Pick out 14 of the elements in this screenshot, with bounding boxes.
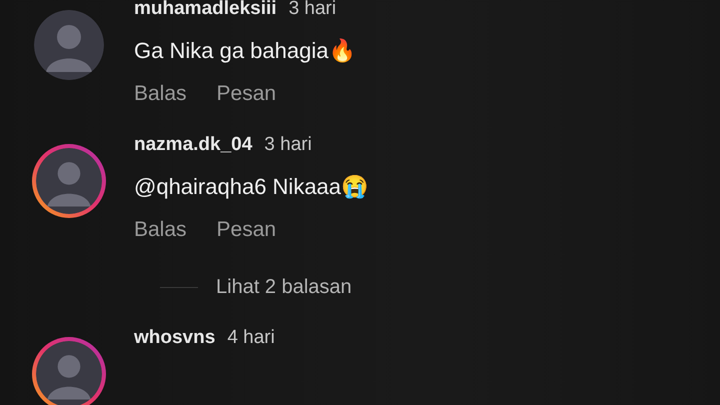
comment-action-link[interactable]: Balas <box>134 218 187 242</box>
comment-time: 4 hari <box>227 327 275 349</box>
comment-action-link[interactable]: Pesan <box>216 218 276 242</box>
comment-action-link[interactable]: Pesan <box>216 82 276 106</box>
view-replies-link[interactable]: Lihat 2 balasan <box>216 276 352 299</box>
comment-action-link[interactable]: Balas <box>134 82 187 106</box>
username[interactable]: muhamadleksiii <box>134 0 277 20</box>
comment-time: 3 hari <box>288 0 336 20</box>
username[interactable]: nazma.dk_04 <box>134 134 252 156</box>
comment-time: 3 hari <box>264 134 312 156</box>
comment-text: @qhairaqha6 Nikaaa😭 <box>134 174 368 200</box>
username[interactable]: whosvns <box>134 327 216 349</box>
avatar[interactable] <box>32 8 106 82</box>
comment-text: Ga Nika ga bahagia🔥 <box>134 38 356 64</box>
